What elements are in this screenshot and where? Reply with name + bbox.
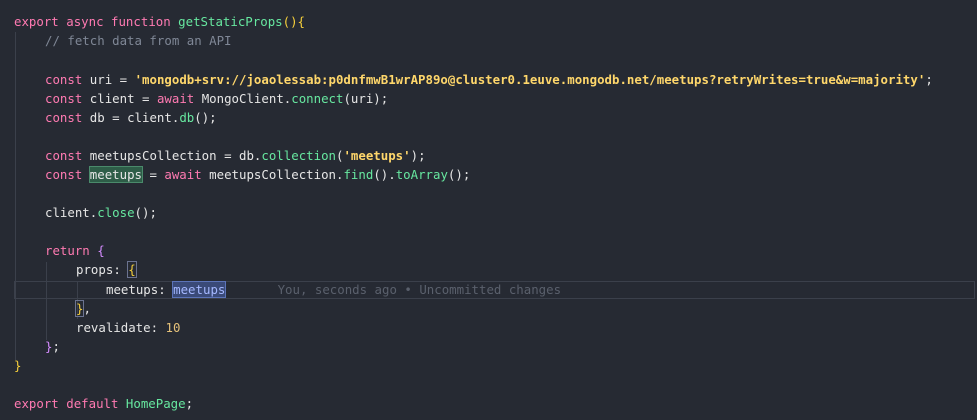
code-line: // fetch data from an API: [45, 31, 232, 50]
code-line: }: [14, 356, 21, 375]
code-line: const uri = 'mongodb+srv://joaolessab:p0…: [45, 70, 933, 89]
punctuation: ,: [83, 301, 91, 316]
component-name: HomePage: [125, 396, 186, 411]
keyword: return: [45, 243, 90, 258]
method-name: toArray: [395, 167, 448, 182]
code-line: client.close();: [45, 203, 157, 222]
method-name: db: [179, 110, 195, 125]
keyword: const: [45, 110, 83, 125]
keyword: await: [156, 91, 195, 106]
punctuation: ();: [194, 110, 217, 125]
code-line: const meetups = await meetupsCollection.…: [45, 165, 470, 184]
operator: =: [142, 167, 165, 182]
code-line: const client = await MongoClient.connect…: [45, 89, 388, 108]
identifier: db: [239, 148, 254, 163]
code-line: revalidate: 10: [76, 318, 180, 337]
brace: {: [97, 243, 105, 258]
property-key: revalidate: [76, 320, 151, 335]
punctuation: (uri);: [343, 91, 389, 106]
property-key: props: [76, 262, 114, 277]
operator: =: [104, 110, 128, 125]
identifier: meetupsCollection: [209, 167, 336, 182]
code-line: };: [45, 337, 60, 356]
keyword: export: [14, 396, 59, 411]
punctuation: ;: [185, 396, 194, 411]
git-blame-annotation: You, seconds ago • Uncommitted changes: [277, 282, 562, 297]
identifier: client: [127, 110, 172, 125]
punctuation: );: [410, 148, 426, 163]
variable: client: [89, 91, 135, 106]
brace: }: [14, 358, 22, 373]
punctuation: ;: [925, 72, 933, 87]
punctuation: :: [150, 320, 166, 335]
code-line: const db = client.db();: [45, 108, 217, 127]
brace: {: [127, 261, 137, 278]
identifier: MongoClient: [201, 91, 284, 106]
punctuation: ();: [447, 167, 471, 182]
variable: uri: [89, 72, 113, 87]
operator: =: [134, 91, 157, 106]
code-line: return {: [45, 241, 105, 260]
comment: // fetch data from an API: [45, 33, 232, 48]
string-literal: 'mongodb+srv://joaolessab:p0dnfmwB1wrAP8…: [134, 72, 926, 87]
method-name: find: [343, 167, 374, 182]
code-line: export default HomePage;: [14, 394, 193, 413]
code-line: export async function getStaticProps(){: [14, 12, 305, 31]
indent-guide: [46, 262, 47, 340]
punctuation: (){: [282, 14, 305, 29]
code-line: const meetupsCollection = db.collection(…: [45, 146, 426, 165]
punctuation: :: [113, 262, 129, 277]
keyword: async: [66, 14, 104, 29]
property-key: meetups: [106, 282, 159, 297]
keyword: default: [66, 396, 119, 411]
function-name: getStaticProps: [178, 14, 283, 29]
keyword: const: [45, 167, 83, 182]
punctuation: ;: [52, 339, 60, 354]
punctuation: :: [158, 282, 174, 297]
keyword: function: [111, 14, 171, 29]
keyword: const: [45, 72, 83, 87]
operator: =: [112, 72, 135, 87]
variable: meetupsCollection: [89, 148, 217, 163]
highlighted-reference: meetups: [172, 281, 227, 298]
keyword: await: [164, 167, 202, 182]
method-name: collection: [261, 148, 336, 163]
highlighted-variable: meetups: [88, 166, 144, 183]
identifier: client: [45, 205, 90, 220]
variable: db: [89, 110, 105, 125]
indent-guide: [15, 32, 16, 360]
number-literal: 10: [165, 320, 181, 335]
keyword: const: [45, 91, 83, 106]
punctuation: ().: [373, 167, 396, 182]
punctuation: ();: [134, 205, 157, 220]
method-name: connect: [291, 91, 344, 106]
code-line: },: [74, 299, 91, 318]
method-name: close: [97, 205, 135, 220]
operator: =: [216, 148, 239, 163]
string-literal: 'meetups': [343, 148, 411, 163]
code-line: meetups: meetups You, seconds ago • Unco…: [106, 280, 561, 299]
keyword: export: [14, 14, 59, 29]
code-editor[interactable]: export async function getStaticProps(){ …: [0, 0, 977, 420]
keyword: const: [45, 148, 83, 163]
code-line: props: {: [76, 260, 137, 279]
